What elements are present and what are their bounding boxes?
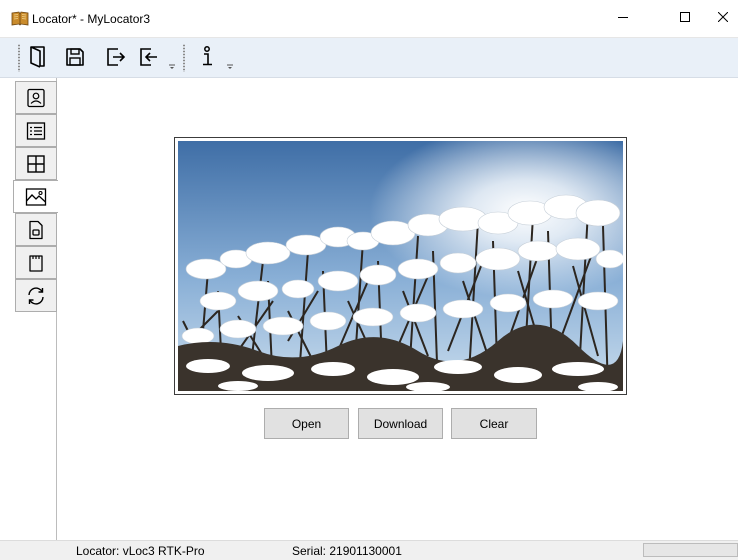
image-preview (174, 137, 627, 395)
tab-sd-card[interactable] (15, 246, 57, 279)
download-image-button[interactable]: Download (358, 408, 443, 439)
document-icon (29, 220, 43, 239)
open-locator-button[interactable] (25, 43, 51, 71)
export-button[interactable] (103, 43, 129, 71)
status-progress-bar (643, 543, 738, 557)
minimize-button[interactable] (600, 0, 646, 34)
tab-sync[interactable] (15, 279, 57, 312)
window-title: Locator* - MyLocator3 (32, 12, 151, 26)
title-bar: Locator* - MyLocator3 (0, 0, 738, 38)
info-button[interactable] (194, 43, 220, 71)
info-dropdown-icon[interactable] (226, 64, 234, 70)
open-image-button[interactable]: Open (264, 408, 349, 439)
status-locator: Locator: vLoc3 RTK-Pro (76, 544, 205, 558)
close-icon (718, 12, 728, 22)
snow-covered-shrubs-photo (178, 141, 623, 391)
side-tab-strip (0, 78, 58, 540)
tab-document[interactable] (15, 213, 57, 246)
image-icon (25, 187, 47, 206)
toolbar-overflow-icon[interactable] (168, 64, 176, 70)
status-bar: Locator: vLoc3 RTK-Pro Serial: 219011300… (0, 540, 738, 560)
open-book-icon (30, 46, 45, 68)
toolbar (0, 38, 738, 78)
save-disk-icon (66, 48, 84, 66)
locator-book-icon (11, 11, 29, 26)
import-button[interactable] (136, 43, 162, 71)
sd-card-icon (29, 254, 43, 272)
tab-contact[interactable] (15, 81, 57, 114)
grid-icon (27, 154, 45, 173)
save-button[interactable] (62, 43, 88, 71)
tab-list[interactable] (15, 114, 57, 147)
tab-image[interactable] (13, 180, 58, 213)
minimize-icon (618, 17, 628, 18)
toolbar-grip-secondary[interactable] (183, 44, 185, 72)
maximize-icon (680, 12, 690, 22)
list-view-icon (26, 121, 46, 140)
contact-card-icon (27, 88, 45, 107)
toolbar-grip[interactable] (18, 44, 20, 72)
info-icon (203, 46, 212, 66)
sync-icon (28, 286, 44, 305)
import-arrow-icon (140, 48, 157, 66)
export-arrow-icon (107, 48, 126, 66)
status-serial: Serial: 21901130001 (292, 544, 402, 558)
tab-grid[interactable] (15, 147, 57, 180)
close-button[interactable] (700, 0, 738, 34)
clear-image-button[interactable]: Clear (451, 408, 537, 439)
